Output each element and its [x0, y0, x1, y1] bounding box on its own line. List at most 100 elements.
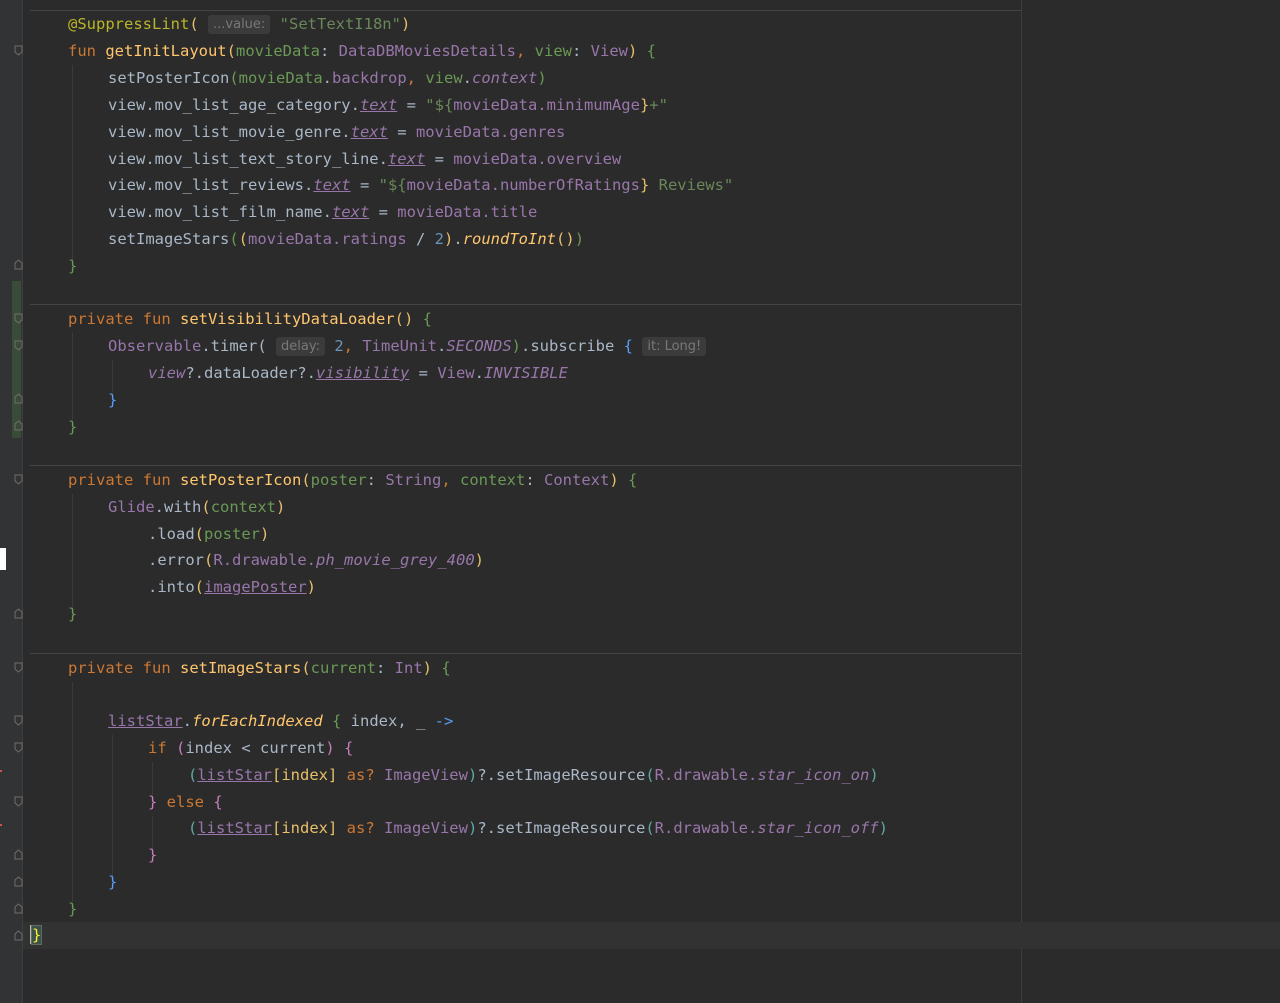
paren: ) — [444, 230, 454, 248]
scroll-marker — [0, 548, 6, 570]
code-line[interactable]: } — [68, 896, 77, 923]
property: listStar — [197, 766, 272, 784]
paren: ) — [422, 659, 432, 677]
vcs-change-marker[interactable] — [12, 281, 21, 438]
string-literal: "SetTextI18n" — [279, 15, 401, 33]
code-line[interactable]: private fun setVisibilityDataLoader() { — [68, 306, 432, 333]
current-line-highlight — [23, 922, 1280, 949]
brace: { — [213, 793, 223, 811]
code-line[interactable]: } — [68, 253, 77, 280]
code-line[interactable]: } — [108, 387, 117, 414]
code-line[interactable]: .into(imagePoster) — [148, 574, 316, 601]
right-margin-guide — [1021, 0, 1022, 1003]
code-line[interactable]: } — [30, 922, 43, 949]
parameter-hint: ...value: — [208, 15, 271, 34]
fold-icon[interactable] — [14, 876, 23, 887]
fold-icon[interactable] — [14, 420, 23, 431]
fold-icon[interactable] — [14, 930, 23, 941]
fold-icon[interactable] — [14, 903, 23, 914]
call-name: ?.setImageResource — [477, 819, 646, 837]
code-line[interactable]: if (index < current) { — [148, 735, 353, 762]
code-line[interactable]: } — [68, 414, 77, 441]
code-line[interactable]: listStar.forEachIndexed { index, _ -> — [108, 708, 453, 735]
number: 2 — [334, 337, 344, 355]
code-line[interactable]: (listStar[index] as? ImageView)?.setImag… — [188, 815, 888, 842]
fold-icon[interactable] — [14, 715, 23, 726]
code-line[interactable]: view.mov_list_movie_genre.text = movieDa… — [108, 119, 565, 146]
code-line[interactable]: (listStar[index] as? ImageView)?.setImag… — [188, 762, 879, 789]
identifier: movieData — [238, 69, 323, 87]
code-line[interactable]: } — [68, 601, 77, 628]
parameter-hint: delay: — [276, 337, 325, 356]
fold-icon[interactable] — [14, 608, 23, 619]
keyword: fun — [68, 42, 106, 60]
code-line[interactable]: } — [148, 842, 157, 869]
code-line[interactable]: Glide.with(context) — [108, 494, 285, 521]
code-line[interactable]: setPosterIcon(movieData.backdrop, view.c… — [108, 65, 547, 92]
code-editor[interactable]: @SuppressLint( ...value: "SetTextI18n") … — [0, 0, 1280, 1003]
call-name: setImageStars — [108, 230, 230, 248]
code-line[interactable]: private fun setPosterIcon(poster: String… — [68, 467, 637, 494]
method-separator — [30, 653, 1021, 654]
indent-guide — [72, 65, 73, 260]
fold-icon[interactable] — [14, 259, 23, 270]
code-line[interactable]: view.mov_list_text_story_line.text = mov… — [108, 146, 621, 173]
brace: { — [332, 712, 342, 730]
call-name: .subscribe — [521, 337, 615, 355]
type-name: View — [590, 42, 628, 60]
paren: ( — [188, 819, 198, 837]
call-name: .timer( — [201, 337, 267, 355]
fold-icon[interactable] — [14, 313, 23, 324]
keyword: if — [148, 739, 176, 757]
code-line[interactable]: } else { — [148, 789, 223, 816]
receiver: view.mov_list_reviews. — [108, 176, 314, 194]
fold-icon[interactable] — [14, 45, 23, 56]
brace: { — [422, 310, 432, 328]
paren: ( — [226, 42, 236, 60]
brace: } — [68, 257, 78, 275]
code-line[interactable]: view.mov_list_age_category.text = "${mov… — [108, 92, 668, 119]
fold-icon[interactable] — [14, 849, 23, 860]
receiver: view.mov_list_film_name. — [108, 203, 332, 221]
fold-icon[interactable] — [14, 796, 23, 807]
method-separator — [30, 304, 1021, 305]
extension-call: forEachIndexed — [192, 712, 323, 730]
paren: ( — [645, 766, 655, 784]
brace: { — [646, 42, 657, 60]
fold-icon[interactable] — [14, 393, 23, 404]
code-line[interactable]: private fun setImageStars(current: Int) … — [68, 655, 451, 682]
constant: star_icon_on — [757, 766, 870, 784]
paren: ) — [467, 819, 478, 837]
code-line[interactable]: Observable.timer( delay: 2, TimeUnit.SEC… — [108, 333, 707, 360]
brace: } — [108, 873, 118, 891]
code-line[interactable]: .load(poster) — [148, 521, 269, 548]
keyword: else — [157, 793, 214, 811]
code-line[interactable]: .error(R.drawable.ph_movie_grey_400) — [148, 547, 484, 574]
fold-icon[interactable] — [14, 662, 23, 673]
receiver: .drawable. — [664, 819, 758, 837]
value-expression: movieData.ratings — [248, 230, 407, 248]
receiver: view.mov_list_movie_genre. — [108, 123, 351, 141]
brace: { — [344, 739, 354, 757]
code-line[interactable]: fun getInitLayout(movieData: DataDBMovie… — [68, 38, 656, 65]
brace: } — [148, 793, 158, 811]
fold-icon[interactable] — [14, 742, 23, 753]
paren: ) — [467, 766, 478, 784]
paren: ( — [189, 15, 199, 33]
code-line[interactable]: view.mov_list_reviews.text = "${movieDat… — [108, 172, 733, 199]
type-name: Int — [394, 659, 423, 677]
indexer: [index] — [272, 819, 347, 837]
fold-icon[interactable] — [14, 340, 23, 351]
operator: / — [406, 230, 435, 248]
comma: , — [515, 42, 535, 60]
property: text — [331, 203, 370, 221]
paren: ( — [229, 69, 239, 87]
function-name: setVisibilityDataLoader — [179, 310, 395, 328]
code-line[interactable]: setImageStars((movieData.ratings / 2).ro… — [108, 226, 584, 253]
code-line[interactable]: view.mov_list_film_name.text = movieData… — [108, 199, 537, 226]
paren: ( — [176, 739, 186, 757]
code-line[interactable]: } — [108, 869, 117, 896]
fold-icon[interactable] — [14, 474, 23, 485]
code-line[interactable]: @SuppressLint( ...value: "SetTextI18n") — [68, 11, 410, 38]
code-line[interactable]: view?.dataLoader?.visibility = View.INVI… — [148, 360, 568, 387]
